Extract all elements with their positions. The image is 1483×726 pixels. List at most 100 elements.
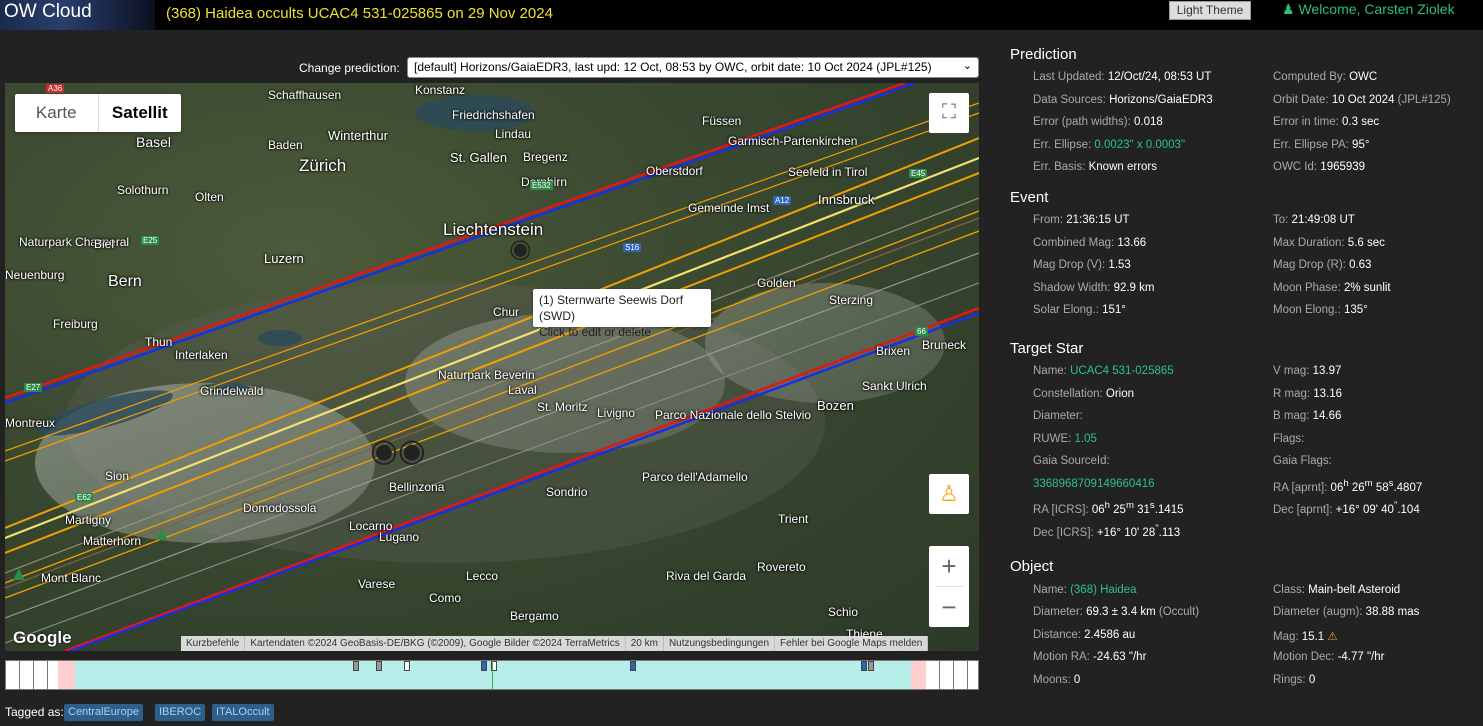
pegman-icon[interactable]: ♙ [929,474,969,514]
timeline-cell[interactable] [940,661,954,689]
map-label-laval: Laval [508,383,537,397]
v-mag-row: V mag: 13.97 [1273,365,1342,377]
map-label-bruneck: Bruneck [922,338,967,352]
map-label-thun: Thun [145,335,173,349]
gaia-sourceid-link[interactable]: 3368968709149660416 [1033,478,1155,490]
map-label-liechtenstein: Liechtenstein [443,220,544,239]
moon-elong-row: Moon Elong.: 135° [1273,304,1368,316]
change-prediction-label: Change prediction: [299,61,400,75]
timeline-marker[interactable] [868,661,874,671]
telescope-cluster-icon[interactable]: ◉◉ [370,431,426,469]
last-updated-row: Last Updated: 12/Oct/24, 08:53 UT [1033,71,1212,83]
prediction-select[interactable]: [default] Horizons/GaiaEDR3, last upd: 1… [407,57,979,78]
mountain-marker-icon-2[interactable]: ▲ [9,563,29,586]
map-label-schio: Schio [828,605,859,619]
ruwe-link[interactable]: 1.05 [1075,433,1097,445]
timeline-marker[interactable] [630,661,636,671]
b-mag-row: B mag: 14.66 [1273,410,1342,422]
map-label-baden: Baden [268,138,303,152]
error-path-row: Error (path widths): 0.018 [1033,116,1163,128]
timeline-marker[interactable] [404,661,410,671]
timeline-marker[interactable] [481,661,487,671]
map-label-como: Como [429,591,462,605]
object-class-row: Class: Main-belt Asteroid [1273,584,1401,596]
gaia-sourceid-label-row: Gaia SourceId: [1033,455,1110,467]
road-shield: E27 [24,383,43,392]
timeline-cell[interactable] [968,661,978,689]
timeline-cell[interactable] [34,661,48,689]
err-ellipse-row: Err. Ellipse: 0.0023" x 0.0003" [1033,139,1186,151]
gaia-flags-row: Gaia Flags: [1273,455,1332,467]
error-time-row: Error in time: 0.3 sec [1273,116,1380,128]
object-name-link[interactable]: (368) Haidea [1070,584,1136,596]
road-shield: A12 [773,196,792,205]
timeline-marker[interactable] [861,661,867,671]
zoom-out-button[interactable]: − [929,587,969,627]
map-type-satellit-button[interactable]: Satellit [97,94,182,132]
map-label-solothurn: Solothurn [117,183,169,197]
timeline-cell[interactable] [6,661,20,689]
road-shield: E25 [141,236,160,245]
tag-centraleurope[interactable]: CentralEurope [64,704,143,721]
timeline-cell[interactable] [926,661,940,689]
zoom-in-button[interactable]: + [929,546,969,586]
ra-icrs-row: RA [ICRS]: 06h 25m 31s.1415 [1033,500,1184,516]
shortcuts-link[interactable]: Kurzbefehle [181,636,246,651]
r-mag-row: R mag: 13.16 [1273,388,1343,400]
logo-text[interactable]: OW Cloud [4,1,92,23]
map-label-martigny: Martigny [65,513,112,527]
fullscreen-icon[interactable]: ⛶ [929,93,969,133]
map-label-neuenburg: Neuenburg [5,268,65,282]
map-label-varese: Varese [358,577,396,591]
prediction-heading: Prediction [1010,46,1077,63]
map-label-garmisch: Garmisch-Partenkirchen [728,134,858,148]
map-label-bern: Bern [108,273,142,290]
app-logo[interactable]: OW Cloud [0,0,155,30]
combined-mag-row: Combined Mag: 13.66 [1033,237,1147,249]
motion-ra-row: Motion RA: -24.63 "/hr [1033,651,1147,663]
jpl-link[interactable]: JPL#125 [1402,94,1447,106]
diameter-augm-row: Diameter (augm): 38.88 mas [1273,606,1420,618]
map-label-rovereto: Rovereto [757,560,806,574]
gaia-sourceid-value-row: 3368968709149660416 [1033,478,1155,490]
target-star-heading: Target Star [1010,340,1084,357]
station-tooltip[interactable]: (1) Sternwarte Seewis Dorf (SWD) Click t… [533,289,711,339]
tag-iberoc[interactable]: IBEROC [155,704,206,721]
map-label-friedrichshafen: Friedrichshafen [452,108,535,122]
timeline-marker[interactable] [353,661,359,671]
event-to-row: To: 21:49:08 UT [1273,214,1355,226]
mountain-marker-icon[interactable]: ▲ [152,523,172,546]
welcome-user[interactable]: ♟ Welcome, Carsten Ziolek [1282,1,1455,18]
event-timeline[interactable] [5,660,979,690]
scale-bar[interactable]: 20 km [626,636,664,651]
map-label-freiburg: Freiburg [53,317,98,331]
tag-italoccult[interactable]: ITALOccult [212,704,274,721]
map-label-golden: Golden [757,276,796,290]
map-view[interactable]: Karte Satellit ⛶ ♙ + − ◉ ◉◉ ▲ ▲ (1) Ster… [5,83,979,651]
warning-icon[interactable]: ⚠ [1327,631,1337,643]
star-name-link[interactable]: UCAC4 531-025865 [1070,365,1174,377]
road-shield: E532 [530,181,553,190]
light-theme-button[interactable]: Light Theme [1169,1,1251,20]
dec-icrs-row: Dec [ICRS]: +16° 10' 28".113 [1033,523,1181,539]
map-data-credit: Kartendaten ©2024 GeoBasis-DE/BKG (©2009… [245,636,626,651]
err-ellipse-link[interactable]: 0.0023" x 0.0003" [1094,139,1185,151]
tagged-as-label: Tagged as: [5,705,64,719]
map-label-sondrio: Sondrio [546,485,588,499]
tooltip-station-name: (1) Sternwarte Seewis Dorf (SWD) [539,293,684,323]
timeline-marker[interactable] [376,661,382,671]
dec-aprnt-row: Dec [aprnt]: +16° 09' 40".104 [1273,500,1420,516]
welcome-text[interactable]: Welcome, Carsten Ziolek [1298,1,1454,17]
map-label-sanktulrich: Sankt Ulrich [862,379,927,393]
google-logo[interactable]: Google [13,628,72,648]
map-type-karte-button[interactable]: Karte [15,94,98,132]
moons-row: Moons: 0 [1033,674,1081,686]
mag-drop-v-row: Mag Drop (V): 1.53 [1033,259,1131,271]
terms-link[interactable]: Nutzungsbedingungen [664,636,776,651]
object-diameter-row: Diameter: 69.3 ± 3.4 km (Occult) [1033,606,1200,618]
orbit-date-row: Orbit Date: 10 Oct 2024 (JPL#125) [1273,94,1451,106]
map-label-montreux: Montreux [5,416,56,430]
report-error-link[interactable]: Fehler bei Google Maps melden [775,636,929,651]
timeline-cell[interactable] [954,661,968,689]
timeline-cell[interactable] [20,661,34,689]
